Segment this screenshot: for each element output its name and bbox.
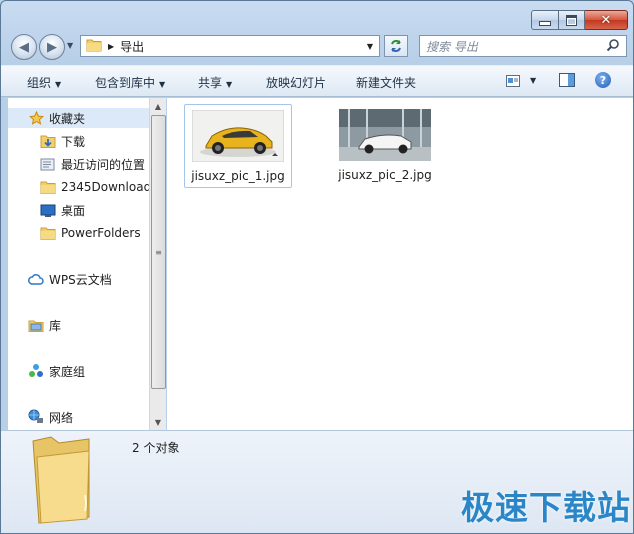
command-bar: 组织 ▼ 包含到库中 ▼ 共享 ▼ 放映幻灯片 新建文件夹 — [1, 65, 633, 97]
back-button[interactable]: ◀ — [11, 34, 37, 60]
search-box[interactable]: 搜索 导出 — [419, 35, 627, 57]
downloads-folder-icon — [40, 133, 56, 149]
dropdown-arrow-icon: ▼ — [226, 80, 233, 89]
nav-label: 桌面 — [61, 203, 86, 218]
help-icon: ? — [599, 73, 607, 87]
breadcrumb-current-folder[interactable]: 导出 — [120, 38, 361, 55]
file-list: jisuxz_pic_1.jpg jisuxz_pic_2.jpg — [167, 98, 633, 430]
nav-label: 2345Downloads — [61, 180, 149, 194]
help-button[interactable]: ? — [595, 72, 611, 88]
thumbnail — [331, 104, 439, 166]
folder-icon — [40, 225, 56, 241]
recent-pages-dropdown[interactable]: ▼ — [67, 41, 73, 50]
car-photo-thumbnail — [192, 110, 284, 162]
nav-label: 收藏夹 — [49, 111, 86, 126]
search-icon[interactable] — [606, 38, 626, 55]
nav-label: PowerFolders — [61, 226, 141, 240]
slideshow-label: 放映幻灯片 — [266, 76, 327, 90]
folder-icon — [40, 179, 56, 195]
change-view-button[interactable] — [506, 75, 520, 90]
back-arrow-icon: ◀ — [19, 39, 29, 55]
file-name: jisuxz_pic_2.jpg — [338, 168, 432, 182]
view-icon — [506, 75, 520, 87]
nav-item-wps-cloud[interactable]: WPS云文档 — [28, 269, 112, 289]
refresh-button[interactable] — [384, 35, 408, 57]
nav-item-homegroup[interactable]: 家庭组 — [28, 361, 85, 381]
close-icon: ✕ — [600, 12, 612, 28]
nav-scrollbar[interactable]: ▲ ≡ ▼ — [149, 98, 166, 430]
address-dropdown-icon[interactable]: ▼ — [361, 42, 379, 51]
minimize-icon — [539, 20, 551, 26]
scroll-down-icon[interactable]: ▼ — [150, 414, 166, 430]
star-icon — [28, 110, 44, 126]
recent-places-icon — [40, 156, 56, 172]
nav-item-network[interactable]: 网络 — [28, 407, 73, 427]
view-options-dropdown-icon[interactable]: ▼ — [530, 76, 536, 85]
nav-item-favorites[interactable]: 收藏夹 — [8, 108, 149, 128]
desktop-icon — [40, 202, 56, 218]
slideshow-button[interactable]: 放映幻灯片 — [266, 74, 326, 91]
organize-menu[interactable]: 组织 ▼ — [27, 74, 61, 91]
nav-label: 下载 — [61, 134, 86, 149]
preview-pane-button[interactable] — [559, 73, 575, 90]
nav-item-powerfolders[interactable]: PowerFolders — [40, 223, 141, 243]
nav-item-2345downloads[interactable]: 2345Downloads — [40, 177, 149, 197]
preview-pane-icon — [559, 73, 575, 87]
new-folder-label: 新建文件夹 — [356, 76, 417, 90]
forward-arrow-icon: ▶ — [47, 39, 57, 55]
share-label: 共享 — [198, 76, 223, 90]
explorer-window: ✕ ◀ ▶ ▼ ▶ 导出 ▼ 搜索 导出 组织 ▼ 包含到库中 ▼ 共享 ▼ 放映幻灯… — [0, 0, 634, 534]
search-input[interactable]: 搜索 导出 — [420, 38, 606, 55]
cloud-icon — [28, 271, 44, 287]
nav-label: 库 — [49, 318, 62, 333]
dropdown-arrow-icon: ▼ — [55, 80, 62, 89]
organize-label: 组织 — [27, 76, 52, 90]
maximize-button[interactable] — [559, 10, 585, 30]
include-in-library-menu[interactable]: 包含到库中 ▼ — [95, 74, 165, 91]
forward-button[interactable]: ▶ — [39, 34, 65, 60]
file-item[interactable]: jisuxz_pic_2.jpg — [331, 104, 439, 188]
homegroup-icon — [28, 363, 44, 379]
nav-label: 网络 — [49, 410, 74, 425]
new-folder-button[interactable]: 新建文件夹 — [356, 74, 416, 91]
navigation-pane: 收藏夹 下载 最近访问的位置 2345Downloads 桌面 PowerFol… — [8, 98, 149, 430]
folder-icon — [86, 38, 102, 55]
nav-label: 家庭组 — [49, 364, 86, 379]
large-folder-icon — [32, 436, 90, 524]
maximize-icon — [566, 14, 577, 26]
grip-icon: ≡ — [155, 247, 162, 257]
watermark: 极速下载站 — [461, 488, 631, 527]
breadcrumb-chevron-icon[interactable]: ▶ — [108, 42, 114, 51]
details-pane: 2 个对象 极速下载站 — [1, 430, 633, 533]
refresh-icon — [391, 40, 401, 52]
item-count: 2 个对象 — [132, 441, 180, 455]
network-icon — [28, 409, 44, 425]
file-name: jisuxz_pic_1.jpg — [191, 169, 285, 183]
scroll-up-icon[interactable]: ▲ — [150, 98, 166, 114]
share-menu[interactable]: 共享 ▼ — [198, 74, 232, 91]
file-item[interactable]: jisuxz_pic_1.jpg — [184, 104, 292, 188]
library-icon — [28, 317, 44, 333]
dropdown-arrow-icon: ▼ — [159, 80, 166, 89]
include-in-library-label: 包含到库中 — [95, 76, 156, 90]
nav-label: 最近访问的位置 — [61, 157, 146, 172]
nav-item-recent-places[interactable]: 最近访问的位置 — [40, 154, 145, 174]
minimize-button[interactable] — [531, 10, 559, 30]
thumbnail — [185, 105, 291, 167]
address-bar[interactable]: ▶ 导出 ▼ — [80, 35, 380, 57]
close-button[interactable]: ✕ — [585, 10, 628, 30]
nav-item-libraries[interactable]: 库 — [28, 315, 61, 335]
car-showroom-photo-thumbnail — [339, 109, 431, 161]
nav-label: WPS云文档 — [49, 272, 112, 287]
scroll-thumb[interactable]: ≡ — [151, 115, 166, 389]
nav-item-desktop[interactable]: 桌面 — [40, 200, 85, 220]
nav-item-downloads[interactable]: 下载 — [40, 131, 85, 151]
caption-buttons: ✕ — [531, 10, 628, 30]
